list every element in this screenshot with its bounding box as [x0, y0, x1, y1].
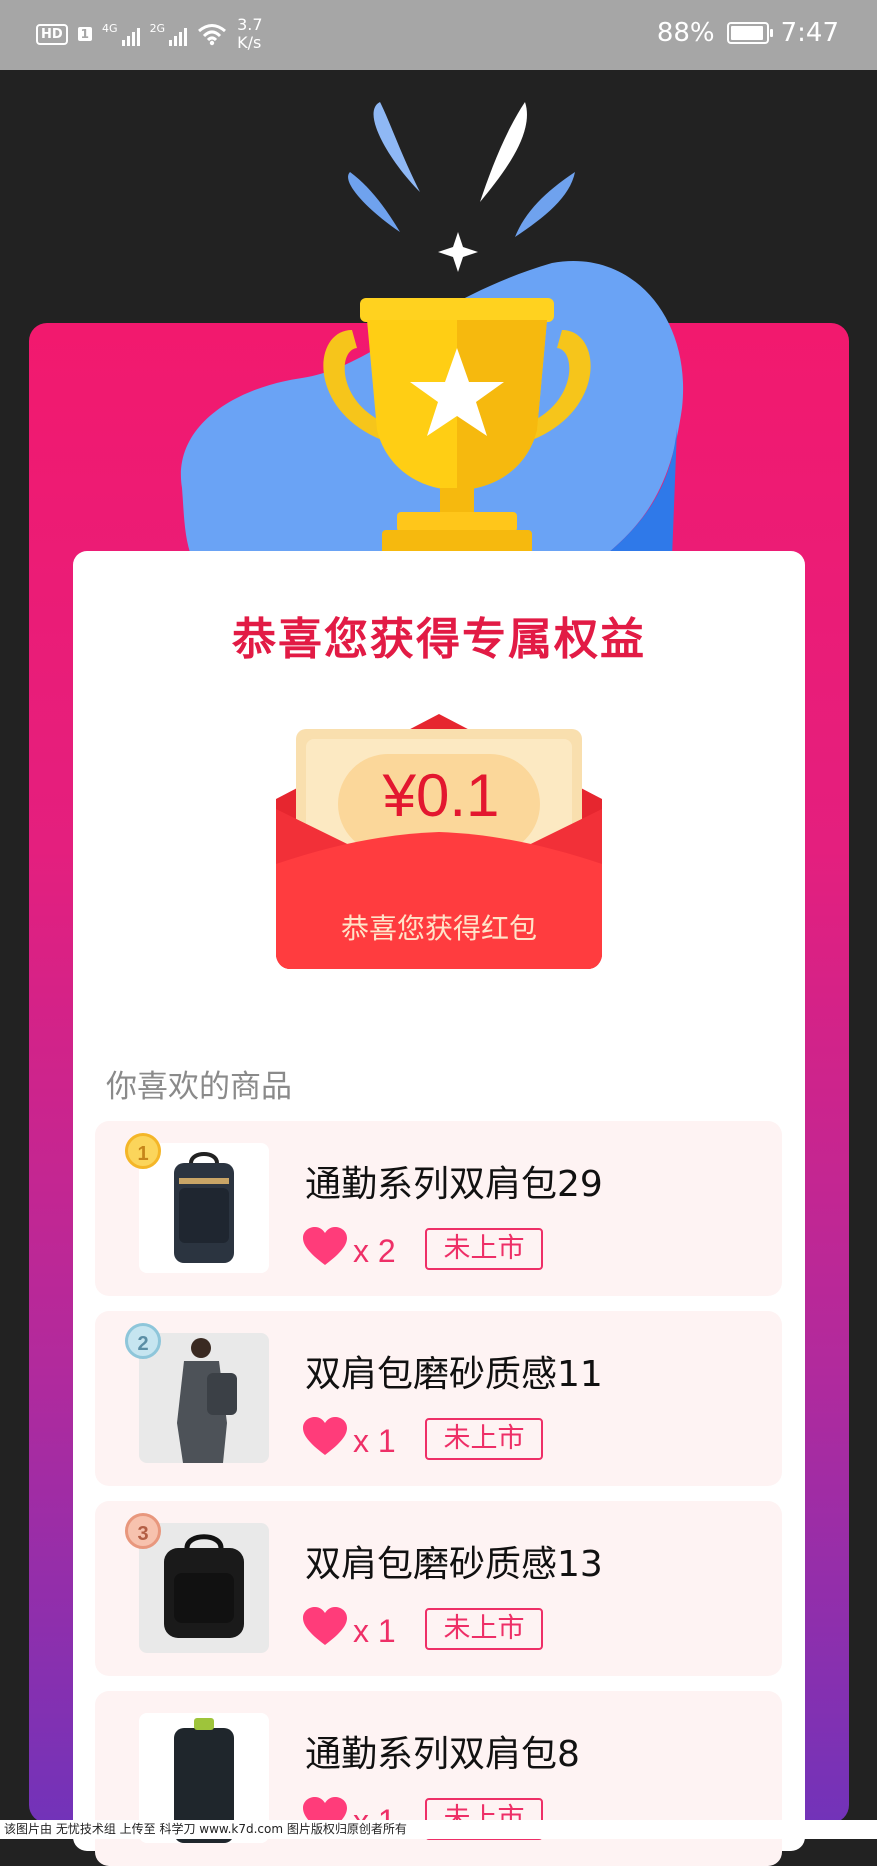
- wifi-icon: [198, 24, 227, 46]
- net-speed-value: 3.7: [237, 15, 263, 34]
- battery-icon: [726, 22, 773, 44]
- battery-percent: 88%: [656, 18, 715, 48]
- net-speed-unit: K/s: [237, 33, 262, 52]
- status-badge: 未上市: [425, 1418, 543, 1460]
- benefit-card: 恭喜您获得专属权益 ¥0.1 恭喜您获得红包 你喜欢的商品 1 通勤系列双肩包2…: [73, 551, 805, 1866]
- red-packet-amount: ¥0.1: [382, 762, 500, 829]
- heart-icon: [303, 1227, 347, 1265]
- network-type-2: 2G: [149, 22, 166, 35]
- trophy-icon: [323, 298, 591, 555]
- sim-badge: 1: [77, 27, 93, 41]
- product-name: 双肩包磨砂质感13: [305, 1544, 603, 1585]
- heart-icon: [303, 1607, 347, 1645]
- list-item[interactable]: 2 双肩包磨砂质感11 x 1 未上市: [95, 1311, 782, 1486]
- rank-badge: 2: [125, 1323, 161, 1359]
- like-count: x 1: [353, 1613, 396, 1649]
- status-badge: 未上市: [425, 1228, 543, 1270]
- rank-badge: 3: [125, 1513, 161, 1549]
- status-bar: HD 1 4G 2G 3.7 K/s 88% 7:47: [0, 0, 877, 70]
- status-right: 88% 7:47: [657, 18, 839, 48]
- list-item[interactable]: 通勤系列双肩包8 x 1 未上市: [95, 1691, 782, 1866]
- card-title: 恭喜您获得专属权益: [232, 614, 646, 665]
- like-count: x 2: [353, 1233, 396, 1269]
- signal-icon: 4G: [102, 22, 140, 46]
- list-item[interactable]: 3 双肩包磨砂质感13 x 1 未上市: [95, 1501, 782, 1676]
- backpack-icon: [164, 1534, 244, 1638]
- backpack-icon: [174, 1152, 234, 1263]
- signal-icon-2: 2G: [150, 22, 188, 46]
- clock: 7:47: [780, 18, 839, 48]
- heart-icon: [303, 1417, 347, 1455]
- product-image: [139, 1523, 269, 1653]
- section-title: 你喜欢的商品: [106, 1069, 292, 1105]
- net-speed: 3.7 K/s: [237, 16, 262, 52]
- status-badge: 未上市: [425, 1608, 543, 1650]
- hd-badge: HD: [36, 23, 68, 45]
- network-type-1: 4G: [102, 22, 118, 35]
- status-left: HD 1 4G 2G 3.7 K/s: [36, 16, 263, 52]
- product-name: 双肩包磨砂质感11: [305, 1354, 603, 1395]
- red-packet-caption: 恭喜您获得红包: [340, 912, 537, 945]
- person-with-backpack-icon: [177, 1338, 237, 1463]
- product-image: [139, 1143, 269, 1273]
- watermark-text: 该图片由 无忧技术组 上传至 科学刀 www.k7d.com 图片版权归原创者所…: [0, 1820, 877, 1839]
- list-item[interactable]: 1 通勤系列双肩包29 x 2 未上市: [95, 1121, 782, 1296]
- product-name: 通勤系列双肩包29: [305, 1164, 603, 1205]
- like-count: x 1: [353, 1423, 396, 1459]
- product-name: 通勤系列双肩包8: [305, 1734, 580, 1775]
- product-image: [139, 1333, 269, 1463]
- rank-badge: 1: [125, 1133, 161, 1169]
- celebration-sparkles-icon: [348, 102, 575, 272]
